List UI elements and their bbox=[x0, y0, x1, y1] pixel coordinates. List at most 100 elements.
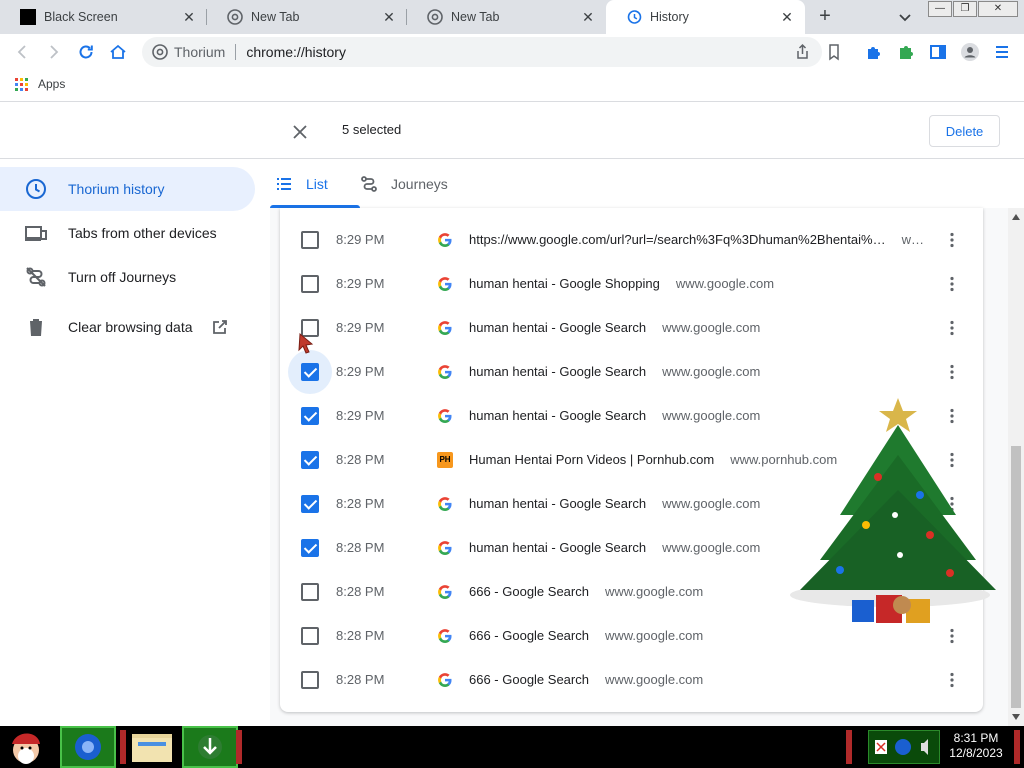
entry-title-link[interactable]: human hentai - Google Search www.google.c… bbox=[469, 540, 760, 555]
entry-domain: w… bbox=[901, 232, 924, 247]
extension-puzzle-green-icon[interactable] bbox=[896, 42, 916, 62]
url-text[interactable]: chrome://history bbox=[246, 44, 346, 60]
christmas-tree-decoration bbox=[790, 398, 996, 623]
taskbar-explorer[interactable] bbox=[124, 726, 180, 768]
system-tray[interactable] bbox=[868, 730, 940, 764]
google-favicon-icon bbox=[437, 628, 453, 644]
row-checkbox[interactable] bbox=[301, 671, 319, 689]
visit-time: 8:29 PM bbox=[336, 408, 385, 423]
entry-domain: www.google.com bbox=[662, 540, 761, 555]
tab-black-screen[interactable]: Black Screen ✕ bbox=[0, 0, 207, 34]
entry-title-link[interactable]: human hentai - Google Search www.google.c… bbox=[469, 496, 760, 511]
entry-title-link[interactable]: 666 - Google Search www.google.com bbox=[469, 628, 703, 643]
more-actions-icon[interactable] bbox=[942, 274, 962, 294]
entry-domain: www.google.com bbox=[675, 276, 775, 291]
row-checkbox[interactable] bbox=[301, 407, 319, 425]
scroll-down-arrow-icon[interactable] bbox=[1012, 714, 1020, 720]
close-icon[interactable]: ✕ bbox=[580, 9, 596, 25]
row-checkbox[interactable] bbox=[301, 231, 319, 249]
sidebar-item-tabs-from-other-devices[interactable]: Tabs from other devices bbox=[0, 211, 255, 255]
history-row[interactable]: 8:29 PM https://www.google.com/url?url=/s… bbox=[280, 218, 983, 262]
tab-journeys[interactable]: Journeys bbox=[359, 160, 448, 208]
tab-new-tab-2[interactable]: New Tab ✕ bbox=[407, 0, 606, 34]
google-favicon-icon bbox=[437, 408, 453, 424]
address-bar[interactable]: Thorium chrome://history bbox=[142, 37, 822, 67]
entry-title-link[interactable]: https://www.google.com/url?url=/search%3… bbox=[469, 232, 924, 247]
scroll-up-arrow-icon[interactable] bbox=[1012, 214, 1020, 220]
row-checkbox[interactable] bbox=[301, 583, 319, 601]
history-row[interactable]: 8:29 PM human hentai - Google Shopping www… bbox=[280, 262, 983, 306]
entry-title: human hentai - Google Search bbox=[469, 540, 647, 555]
folder-icon bbox=[132, 734, 172, 762]
taskbar-download-manager[interactable] bbox=[182, 726, 238, 768]
entry-title-link[interactable]: 666 - Google Search www.google.com bbox=[469, 672, 703, 687]
menu-icon[interactable] bbox=[992, 42, 1012, 62]
clear-selection-close-icon[interactable] bbox=[290, 122, 310, 142]
minimize-button[interactable]: — bbox=[928, 1, 952, 17]
taskbar-divider bbox=[846, 730, 852, 764]
new-tab-button[interactable]: + bbox=[812, 5, 838, 29]
tab-list[interactable]: List bbox=[274, 160, 328, 208]
row-checkbox[interactable] bbox=[301, 495, 319, 513]
santa-icon bbox=[12, 733, 40, 764]
row-checkbox[interactable] bbox=[301, 363, 319, 381]
more-actions-icon[interactable] bbox=[942, 362, 962, 382]
sidebar-item-label: Clear browsing data bbox=[68, 319, 193, 335]
chevron-down-icon[interactable] bbox=[895, 7, 915, 27]
row-checkbox[interactable] bbox=[301, 451, 319, 469]
start-button-santa[interactable] bbox=[0, 726, 56, 768]
history-row[interactable]: 8:29 PM human hentai - Google Search www.g… bbox=[280, 306, 983, 350]
open-in-new-icon bbox=[212, 320, 227, 334]
row-checkbox[interactable] bbox=[301, 539, 319, 557]
history-row[interactable]: 8:28 PM 666 - Google Search www.google.com bbox=[280, 658, 983, 702]
row-checkbox[interactable] bbox=[301, 275, 319, 293]
taskbar-chrome[interactable] bbox=[60, 726, 116, 768]
tab-title: Black Screen bbox=[44, 10, 118, 24]
google-favicon-icon bbox=[437, 364, 453, 380]
profile-avatar-icon[interactable] bbox=[960, 42, 980, 62]
bookmark-apps[interactable]: Apps bbox=[15, 77, 65, 91]
google-favicon-icon bbox=[437, 276, 453, 292]
apps-grid-icon bbox=[15, 77, 28, 91]
entry-title: 666 - Google Search bbox=[469, 672, 589, 687]
visit-time: 8:28 PM bbox=[336, 672, 385, 687]
more-actions-icon[interactable] bbox=[942, 318, 962, 338]
back-icon[interactable] bbox=[12, 42, 32, 62]
history-row[interactable]: 8:29 PM human hentai - Google Search www.g… bbox=[280, 350, 983, 394]
share-icon[interactable] bbox=[792, 42, 812, 62]
extensions-icon[interactable] bbox=[864, 42, 884, 62]
entry-title-link[interactable]: human hentai - Google Search www.google.c… bbox=[469, 364, 760, 379]
more-actions-icon[interactable] bbox=[942, 670, 962, 690]
maximize-button[interactable]: ❐ bbox=[953, 1, 977, 17]
visit-time: 8:29 PM bbox=[336, 276, 385, 291]
delete-button[interactable]: Delete bbox=[929, 115, 1000, 147]
scrollbar[interactable] bbox=[1008, 208, 1024, 726]
row-checkbox[interactable] bbox=[301, 627, 319, 645]
sidebar-item-thorium-history[interactable]: Thorium history bbox=[0, 167, 255, 211]
more-actions-icon[interactable] bbox=[942, 230, 962, 250]
tab-new-tab-1[interactable]: New Tab ✕ bbox=[207, 0, 407, 34]
reload-icon[interactable] bbox=[76, 42, 96, 62]
close-icon[interactable]: ✕ bbox=[779, 9, 795, 25]
entry-title: human hentai - Google Search bbox=[469, 364, 647, 379]
bookmark-star-icon[interactable] bbox=[824, 42, 844, 62]
close-icon[interactable]: ✕ bbox=[181, 9, 197, 25]
close-icon[interactable]: ✕ bbox=[381, 9, 397, 25]
entry-title-link[interactable]: human hentai - Google Shopping www.google… bbox=[469, 276, 774, 291]
home-icon[interactable] bbox=[108, 42, 128, 62]
entry-title-link[interactable]: human hentai - Google Search www.google.c… bbox=[469, 408, 760, 423]
entry-title: https://www.google.com/url?url=/search%3… bbox=[469, 232, 886, 247]
entry-title-link[interactable]: 666 - Google Search www.google.com bbox=[469, 584, 703, 599]
entry-title: human hentai - Google Shopping bbox=[469, 276, 660, 291]
tray-icons bbox=[875, 739, 928, 755]
taskbar-clock[interactable]: 8:31 PM 12/8/2023 bbox=[945, 731, 1007, 761]
sidebar-item-clear-browsing-data[interactable]: Clear browsing data bbox=[0, 305, 255, 349]
entry-title-link[interactable]: human hentai - Google Search www.google.c… bbox=[469, 320, 760, 335]
tab-label: List bbox=[306, 176, 328, 192]
tab-history[interactable]: History ✕ bbox=[606, 0, 805, 34]
side-panel-icon[interactable] bbox=[928, 42, 948, 62]
sidebar-item-turn-off-journeys[interactable]: Turn off Journeys bbox=[0, 255, 255, 299]
forward-icon[interactable] bbox=[44, 42, 64, 62]
window-close-button[interactable]: ✕ bbox=[978, 1, 1018, 17]
scrollbar-thumb[interactable] bbox=[1011, 446, 1021, 708]
